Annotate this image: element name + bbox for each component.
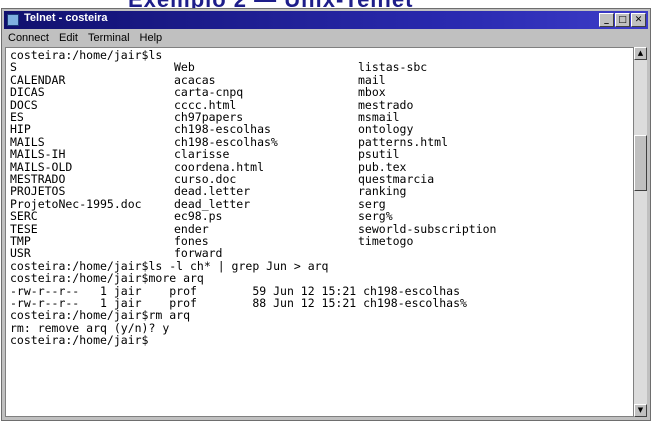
slide-title: Exemplo 2 — Unix-Telnet [128,0,413,8]
file-entry: dead.letter [174,184,251,199]
file-entry: ranking [358,184,407,199]
file-entry: listas-sbc [358,60,428,75]
file-entry: PROJETOS [10,184,66,199]
file-entry: psutil [358,147,400,162]
file-entry: DICAS [10,85,45,100]
terminal-line: costeira:/home/jair$ [10,333,149,348]
menu-help[interactable]: Help [140,32,163,44]
file-entry: Web [174,60,195,75]
scroll-down-arrow-icon[interactable]: ▼ [634,404,647,417]
terminal-screen[interactable]: costeira:/home/jair$ls S Web listas-sbc CALE… [5,47,635,417]
file-entry: timetogo [358,234,414,248]
minimize-button[interactable]: _ [599,13,614,27]
window-title: Telnet - costeira [24,12,108,24]
menu-bar: Connect Edit Terminal Help [4,30,648,46]
terminal-line: costeira:/home/jair$more arq [10,271,204,286]
vertical-scrollbar[interactable]: ▲ ▼ [633,47,647,417]
file-entry: clarisse [174,147,230,162]
window-controls: _ □ ✕ [599,13,646,27]
terminal-line: costeira:/home/jair$rm arq [10,308,191,323]
scroll-thumb[interactable] [634,135,647,191]
close-button[interactable]: ✕ [631,13,646,27]
file-entry: S [10,60,17,75]
scroll-up-arrow-icon[interactable]: ▲ [634,47,647,60]
file-entry: MAILS-IH [10,147,66,162]
title-bar[interactable]: Telnet - costeira _ □ ✕ [4,11,648,29]
terminal-line: costeira:/home/jair$ls [10,48,163,62]
file-entry: mbox [358,85,386,100]
maximize-button[interactable]: □ [615,13,630,27]
file-entry: forward [174,246,223,261]
slide-title-strip: Exemplo 2 — Unix-Telnet [0,0,656,8]
telnet-window: Telnet - costeira _ □ ✕ Connect Edit Ter… [1,8,651,421]
file-entry: USR [10,246,31,261]
menu-edit[interactable]: Edit [59,32,78,44]
file-entry: serg% [358,209,393,224]
file-entry: carta-cnpq [174,85,244,100]
file-entry: SERC [10,209,38,224]
menu-connect[interactable]: Connect [8,32,49,44]
file-entry: ec98.ps [174,209,223,224]
file-entry: ch198-escolhas [174,122,271,137]
menu-terminal[interactable]: Terminal [88,32,130,44]
telnet-app-icon [7,14,19,26]
file-entry: ontology [358,122,414,137]
file-entry: HIP [10,122,31,137]
